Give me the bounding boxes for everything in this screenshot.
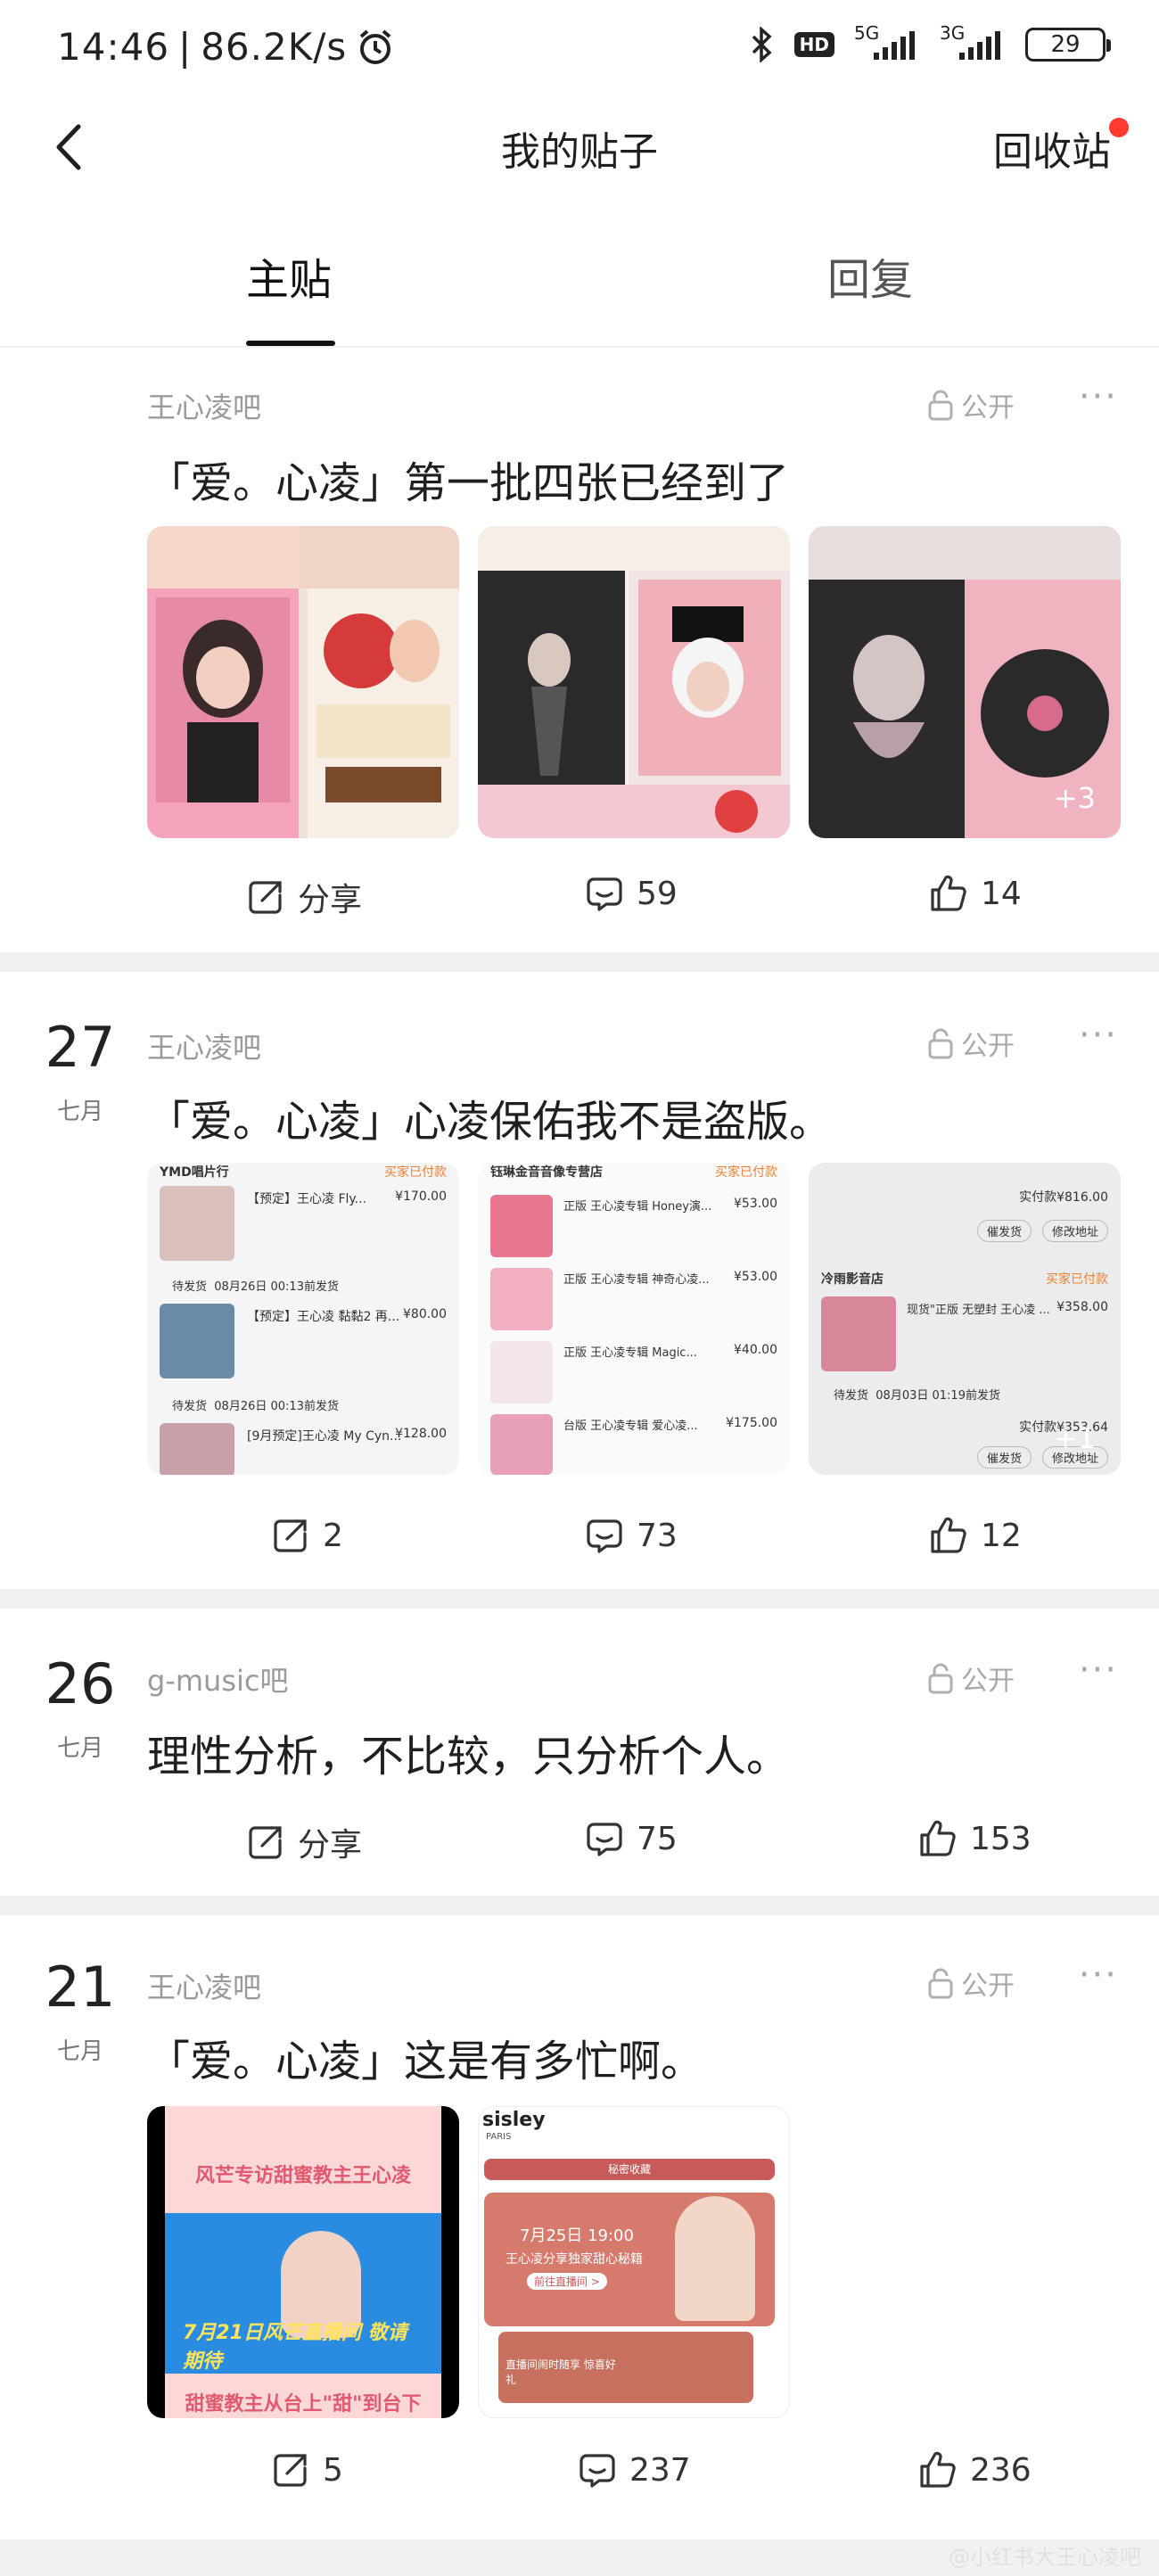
like-button[interactable]: 14 xyxy=(929,874,1022,913)
share-button[interactable]: 2 xyxy=(271,1516,343,1555)
like-button[interactable]: 153 xyxy=(918,1819,1032,1858)
comment-button[interactable]: 59 xyxy=(585,874,678,913)
post-actions: 分享 59 14 xyxy=(0,874,1159,936)
section-divider xyxy=(0,1896,1159,1915)
comment-button[interactable]: 75 xyxy=(585,1819,678,1858)
thumbs-up-icon xyxy=(920,2451,956,2488)
hd-badge: HD xyxy=(793,32,834,57)
network-speed: 86.2K/s xyxy=(201,25,348,69)
post-month: 七月 xyxy=(56,1735,103,1762)
section-divider xyxy=(0,1589,1159,1609)
more-options-icon[interactable]: ··· xyxy=(1079,1650,1118,1691)
signal-3g-icon: 3G xyxy=(940,22,1006,60)
lock-icon xyxy=(928,390,953,421)
like-button[interactable]: 236 xyxy=(918,2450,1032,2490)
post-image[interactable]: 风芒专访甜蜜教主王心凌 7月21日风芒直播间 敬请期待 甜蜜教主从台上"甜"到台… xyxy=(147,2106,459,2418)
post-actions: 分享 75 153 xyxy=(0,1819,1159,1881)
post-image[interactable]: 钰琳金音音像专营店 买家已付款 正版 王心凌专辑 Honey演... ¥53.0… xyxy=(478,1163,790,1475)
visibility-toggle[interactable]: 公开 xyxy=(927,1024,1015,1063)
post-image[interactable] xyxy=(147,526,459,838)
post-card[interactable]: 26 七月 g-music吧 公开 ··· 理性分析，不比较，只分析个人。 分享… xyxy=(0,1609,1159,1894)
page-title: 我的贴子 xyxy=(501,129,658,175)
post-title[interactable]: 「爱。心凌」第一批四张已经到了 xyxy=(147,448,789,510)
more-images-count: +1 xyxy=(1053,1421,1096,1455)
lock-icon xyxy=(928,1968,953,1999)
share-icon xyxy=(274,2454,307,2487)
post-month: 七月 xyxy=(56,1099,103,1125)
clock: 14:46 xyxy=(57,25,170,69)
tab-replies[interactable]: 回复 xyxy=(827,244,913,307)
like-button[interactable]: 12 xyxy=(929,1516,1022,1555)
forum-name[interactable]: 王心凌吧 xyxy=(147,385,261,426)
nav-bar: 我的贴子 回收站 xyxy=(0,98,1159,196)
post-title[interactable]: 「爱。心凌」这是有多忙啊。 xyxy=(147,2026,703,2088)
alarm-icon xyxy=(359,29,391,64)
image-grid: YMD唱片行 买家已付款 【预定】王心凌 Fly... ¥170.00 待发货 … xyxy=(147,1163,1121,1475)
post-actions: 2 73 12 xyxy=(0,1516,1159,1578)
post-image[interactable]: YMD唱片行 买家已付款 【预定】王心凌 Fly... ¥170.00 待发货 … xyxy=(147,1163,459,1475)
post-actions: 5 237 236 xyxy=(0,2450,1159,2513)
forum-name[interactable]: 王心凌吧 xyxy=(147,1965,261,2006)
thumbs-up-icon xyxy=(920,1820,956,1856)
post-card[interactable]: 王心凌吧 公开 ··· 「爱。心凌」第一批四张已经到了 +3 分享 59 14 xyxy=(0,348,1159,954)
comment-icon xyxy=(587,1519,622,1553)
status-bar: 14:46 | 86.2K/s HD 5G 3G 29 xyxy=(0,0,1159,98)
forum-name[interactable]: 王心凌吧 xyxy=(147,1025,261,1066)
visibility-toggle[interactable]: 公开 xyxy=(927,385,1015,424)
visibility-toggle[interactable]: 公开 xyxy=(927,1658,1015,1698)
comment-icon xyxy=(587,1823,622,1856)
share-icon xyxy=(274,1519,307,1552)
bluetooth-icon xyxy=(752,27,772,62)
tab-main-posts[interactable]: 主贴 xyxy=(246,244,332,307)
post-day: 27 xyxy=(45,1015,116,1080)
lock-icon xyxy=(928,1028,953,1059)
post-card[interactable]: 21 七月 王心凌吧 公开 ··· 「爱。心凌」这是有多忙啊。 风芒专访甜蜜教主… xyxy=(0,1915,1159,2539)
post-day: 26 xyxy=(45,1651,116,1716)
share-icon xyxy=(249,881,282,914)
post-day: 21 xyxy=(45,1955,116,2020)
comment-icon xyxy=(587,877,622,911)
comment-button[interactable]: 73 xyxy=(585,1516,678,1555)
post-image[interactable] xyxy=(478,526,790,838)
image-grid: 风芒专访甜蜜教主王心凌 7月21日风芒直播间 敬请期待 甜蜜教主从台上"甜"到台… xyxy=(147,2106,790,2418)
post-month: 七月 xyxy=(56,2038,103,2065)
lock-icon xyxy=(928,1663,953,1694)
section-divider xyxy=(0,952,1159,972)
share-button[interactable]: 分享 xyxy=(246,874,362,920)
forum-name[interactable]: g-music吧 xyxy=(147,1658,288,1700)
share-button[interactable]: 分享 xyxy=(246,1819,362,1865)
post-title[interactable]: 理性分析，不比较，只分析个人。 xyxy=(147,1721,789,1783)
battery-indicator: 29 xyxy=(1025,28,1111,62)
post-title[interactable]: 「爱。心凌」心凌保佑我不是盗版。 xyxy=(147,1086,832,1148)
more-options-icon[interactable]: ··· xyxy=(1079,1015,1118,1056)
thumbs-up-icon xyxy=(931,1517,966,1553)
more-options-icon[interactable]: ··· xyxy=(1079,1955,1118,1996)
image-grid: +3 xyxy=(147,526,1121,838)
signal-5g-icon: 5G xyxy=(854,22,920,60)
comment-button[interactable]: 237 xyxy=(578,2450,691,2490)
watermark: @小红书大王心凌吧 xyxy=(949,2545,1141,2570)
post-card[interactable]: 27 七月 王心凌吧 公开 ··· 「爱。心凌」心凌保佑我不是盗版。 YMD唱片… xyxy=(0,972,1159,1587)
notification-dot xyxy=(1109,118,1129,137)
share-button[interactable]: 5 xyxy=(271,2450,343,2490)
more-images-count: +3 xyxy=(1053,781,1096,815)
recycle-bin-button[interactable]: 回收站 xyxy=(993,119,1111,177)
more-options-icon[interactable]: ··· xyxy=(1079,376,1118,417)
comment-icon xyxy=(580,2454,615,2488)
share-icon xyxy=(249,1826,282,1859)
post-image[interactable]: 实付款¥816.00 催发货 修改地址 冷雨影音店 买家已付款 现货"正版 无塑… xyxy=(809,1163,1121,1475)
thumbs-up-icon xyxy=(931,875,966,911)
post-image[interactable]: sisley PARIS 秘密收藏 7月25日 19:00 王心凌分享独家甜心秘… xyxy=(478,2106,790,2418)
visibility-toggle[interactable]: 公开 xyxy=(927,1963,1015,2003)
post-image[interactable]: +3 xyxy=(809,526,1121,838)
tab-bar: 主贴 回复 xyxy=(0,205,1159,348)
